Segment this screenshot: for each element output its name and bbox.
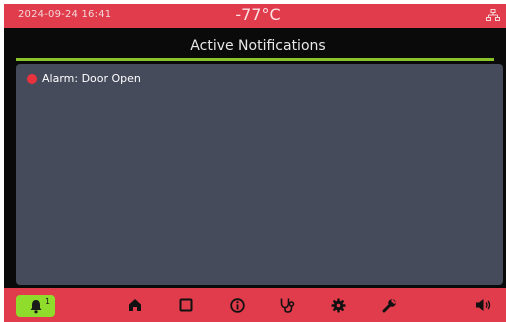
gear-icon: [331, 298, 346, 313]
device-screen: 2024-09-24 16:41 -77°C Active Notificati…: [4, 4, 506, 322]
title-divider: [16, 58, 494, 61]
stop-button[interactable]: [174, 288, 198, 322]
notification-text: Alarm: Door Open: [42, 72, 141, 85]
speaker-icon: [475, 298, 493, 312]
home-button[interactable]: [123, 288, 147, 322]
bottom-nav-bar: 1: [4, 288, 506, 322]
volume-button[interactable]: [472, 288, 496, 322]
wrench-icon: [382, 298, 397, 313]
info-button[interactable]: [225, 288, 249, 322]
alarm-dot-icon: [27, 73, 37, 84]
home-icon: [128, 298, 142, 312]
square-icon: [179, 298, 193, 312]
stethoscope-icon: [279, 297, 295, 313]
notification-count-badge: 1: [45, 297, 51, 306]
info-icon: [229, 297, 245, 313]
page-title: Active Notifications: [190, 38, 326, 54]
bell-icon: [29, 299, 43, 314]
settings-button[interactable]: [326, 288, 350, 322]
tools-button[interactable]: [377, 288, 401, 322]
status-bar: 2024-09-24 16:41 -77°C: [4, 4, 506, 28]
notifications-button[interactable]: 1: [16, 295, 55, 317]
service-button[interactable]: [275, 288, 299, 322]
notification-item[interactable]: Alarm: Door Open: [27, 72, 141, 85]
status-temperature: -77°C: [235, 5, 281, 24]
network-icon: [486, 9, 500, 21]
notifications-panel: Alarm: Door Open: [16, 64, 503, 285]
